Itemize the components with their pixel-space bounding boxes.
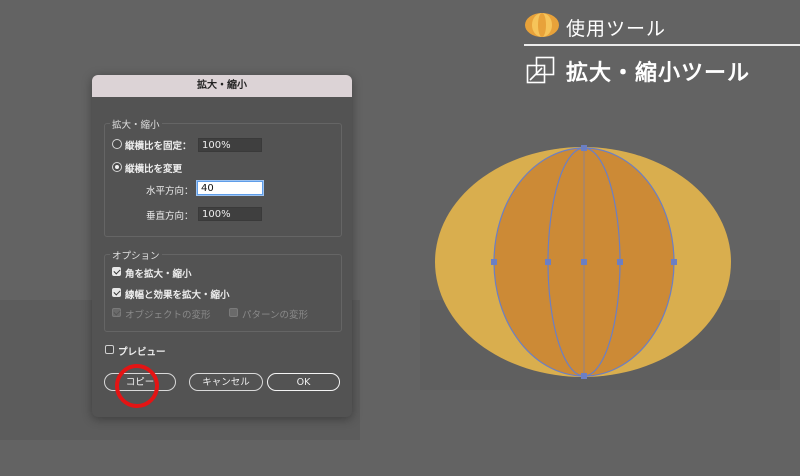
vertical-label: 垂直方向： bbox=[146, 211, 194, 222]
canvas-artwork bbox=[435, 145, 731, 379]
scale-corners-checkbox[interactable] bbox=[112, 267, 121, 276]
options-group-title: オプション bbox=[110, 248, 162, 262]
uniform-radio[interactable] bbox=[112, 139, 122, 149]
preview-label: プレビュー bbox=[118, 347, 166, 358]
uniform-scale-field[interactable]: 100% bbox=[198, 138, 262, 152]
dialog-title: 拡大・縮小 bbox=[92, 75, 352, 97]
non-uniform-radio[interactable] bbox=[112, 162, 122, 172]
scale-strokes-label: 線幅と効果を拡大・縮小 bbox=[125, 290, 230, 301]
scale-strokes-checkbox[interactable] bbox=[112, 288, 121, 297]
transform-patterns-checkbox bbox=[229, 308, 238, 317]
tool-category-icon bbox=[525, 13, 559, 37]
anchor-point bbox=[581, 373, 587, 379]
highlight-circle bbox=[115, 364, 159, 408]
horizontal-label: 水平方向： bbox=[146, 186, 194, 197]
ok-button[interactable]: OK bbox=[267, 373, 340, 391]
transform-objects-label: オブジェクトの変形 bbox=[125, 310, 211, 321]
preview-checkbox[interactable] bbox=[105, 345, 114, 354]
vertical-scale-field[interactable]: 100% bbox=[198, 207, 262, 221]
header-title: 使用ツール bbox=[566, 18, 667, 40]
anchor-point bbox=[581, 145, 587, 151]
non-uniform-label: 縦横比を変更 bbox=[125, 164, 183, 175]
anchor-point bbox=[617, 259, 623, 265]
scale-corners-label: 角を拡大・縮小 bbox=[125, 269, 192, 280]
header-divider bbox=[524, 44, 800, 46]
scale-tool-icon bbox=[526, 56, 555, 84]
uniform-label: 縦横比を固定： bbox=[125, 141, 192, 152]
anchor-point bbox=[671, 259, 677, 265]
anchor-point bbox=[581, 259, 587, 265]
transform-objects-checkbox bbox=[112, 308, 121, 317]
anchor-point bbox=[491, 259, 497, 265]
cancel-button[interactable]: キャンセル bbox=[189, 373, 263, 391]
horizontal-scale-field[interactable]: 40 bbox=[197, 181, 263, 195]
transform-patterns-label: パターンの変形 bbox=[242, 310, 309, 321]
scale-group-title: 拡大・縮小 bbox=[110, 117, 162, 131]
anchor-point bbox=[545, 259, 551, 265]
tool-title: 拡大・縮小ツール bbox=[566, 61, 751, 86]
